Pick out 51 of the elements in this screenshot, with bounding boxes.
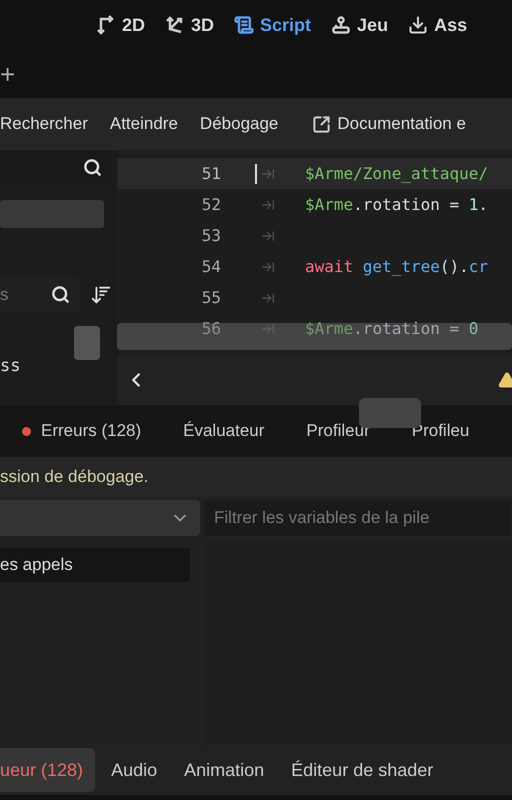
tab-indent-icon (261, 228, 275, 242)
search-icon (83, 158, 102, 177)
horizontal-scrollbar[interactable] (117, 323, 512, 350)
main-tab[interactable]: Jeu (331, 14, 388, 36)
line-number: 53 (200, 226, 221, 245)
bottom-panel-tab[interactable]: ueur (128) (0, 748, 96, 792)
scrollbar-thumb[interactable] (74, 326, 100, 360)
menu-item[interactable]: Débogage (200, 114, 278, 134)
download-icon (408, 15, 428, 35)
line-number: 52 (200, 195, 221, 214)
line-number: 54 (200, 257, 221, 276)
menu-item[interactable]: Rechercher (0, 114, 88, 134)
add-tab-button[interactable]: + (0, 58, 16, 90)
tab-indent-icon (261, 322, 275, 336)
filter-field[interactable]: s (0, 277, 80, 312)
code-text: $Arme.rotation = 0 (305, 319, 478, 338)
main-tab[interactable]: Ass (408, 14, 468, 36)
documentation-link[interactable]: Documentation e (312, 114, 466, 134)
search-icon (51, 285, 70, 304)
axes-icon (165, 15, 186, 35)
method-item[interactable]: ss (0, 356, 112, 382)
menu-item[interactable]: Atteindre (110, 114, 178, 134)
tab-indent-icon (261, 166, 275, 180)
code-text: $Arme/Zone_attaque/ (305, 164, 488, 183)
filter-field[interactable]: Filtrer les variables de la pile (204, 500, 511, 536)
main-tab[interactable]: 3D (165, 14, 214, 36)
warning-icon[interactable] (498, 371, 512, 389)
main-tab[interactable]: Script (234, 14, 312, 36)
code-text: $Arme.rotation = 1. (305, 195, 488, 214)
line-number: 56 (200, 319, 221, 338)
tab-indent-icon (261, 260, 275, 274)
line-number: 55 (200, 288, 221, 307)
filter-text: s (0, 284, 8, 304)
status-message: ssion de débogage. (0, 457, 512, 497)
script-icon (234, 15, 254, 35)
debugger-tab[interactable]: Erreurs (128) (22, 421, 142, 441)
tab-indent-icon (261, 290, 275, 304)
debugger-tab[interactable]: Évaluateur (183, 421, 264, 441)
main-tab[interactable]: 2D (96, 14, 146, 36)
bone-arrows-icon (96, 15, 116, 35)
stack-frame-item[interactable]: es appels (0, 548, 190, 582)
code-text: await get_tree().cr (305, 257, 488, 276)
bottom-panel-tab[interactable]: Audio (111, 748, 158, 792)
debugger-tab[interactable]: Profileur (306, 421, 370, 441)
text-cursor (255, 164, 257, 184)
bottom-panel-tab[interactable]: Éditeur de shader (291, 748, 434, 792)
external-link-icon (312, 114, 332, 134)
line-number: 51 (200, 164, 221, 183)
bottom-panel-tab[interactable]: Animation (184, 748, 264, 792)
tab-indent-icon (261, 198, 275, 212)
joystick-icon (331, 15, 352, 35)
